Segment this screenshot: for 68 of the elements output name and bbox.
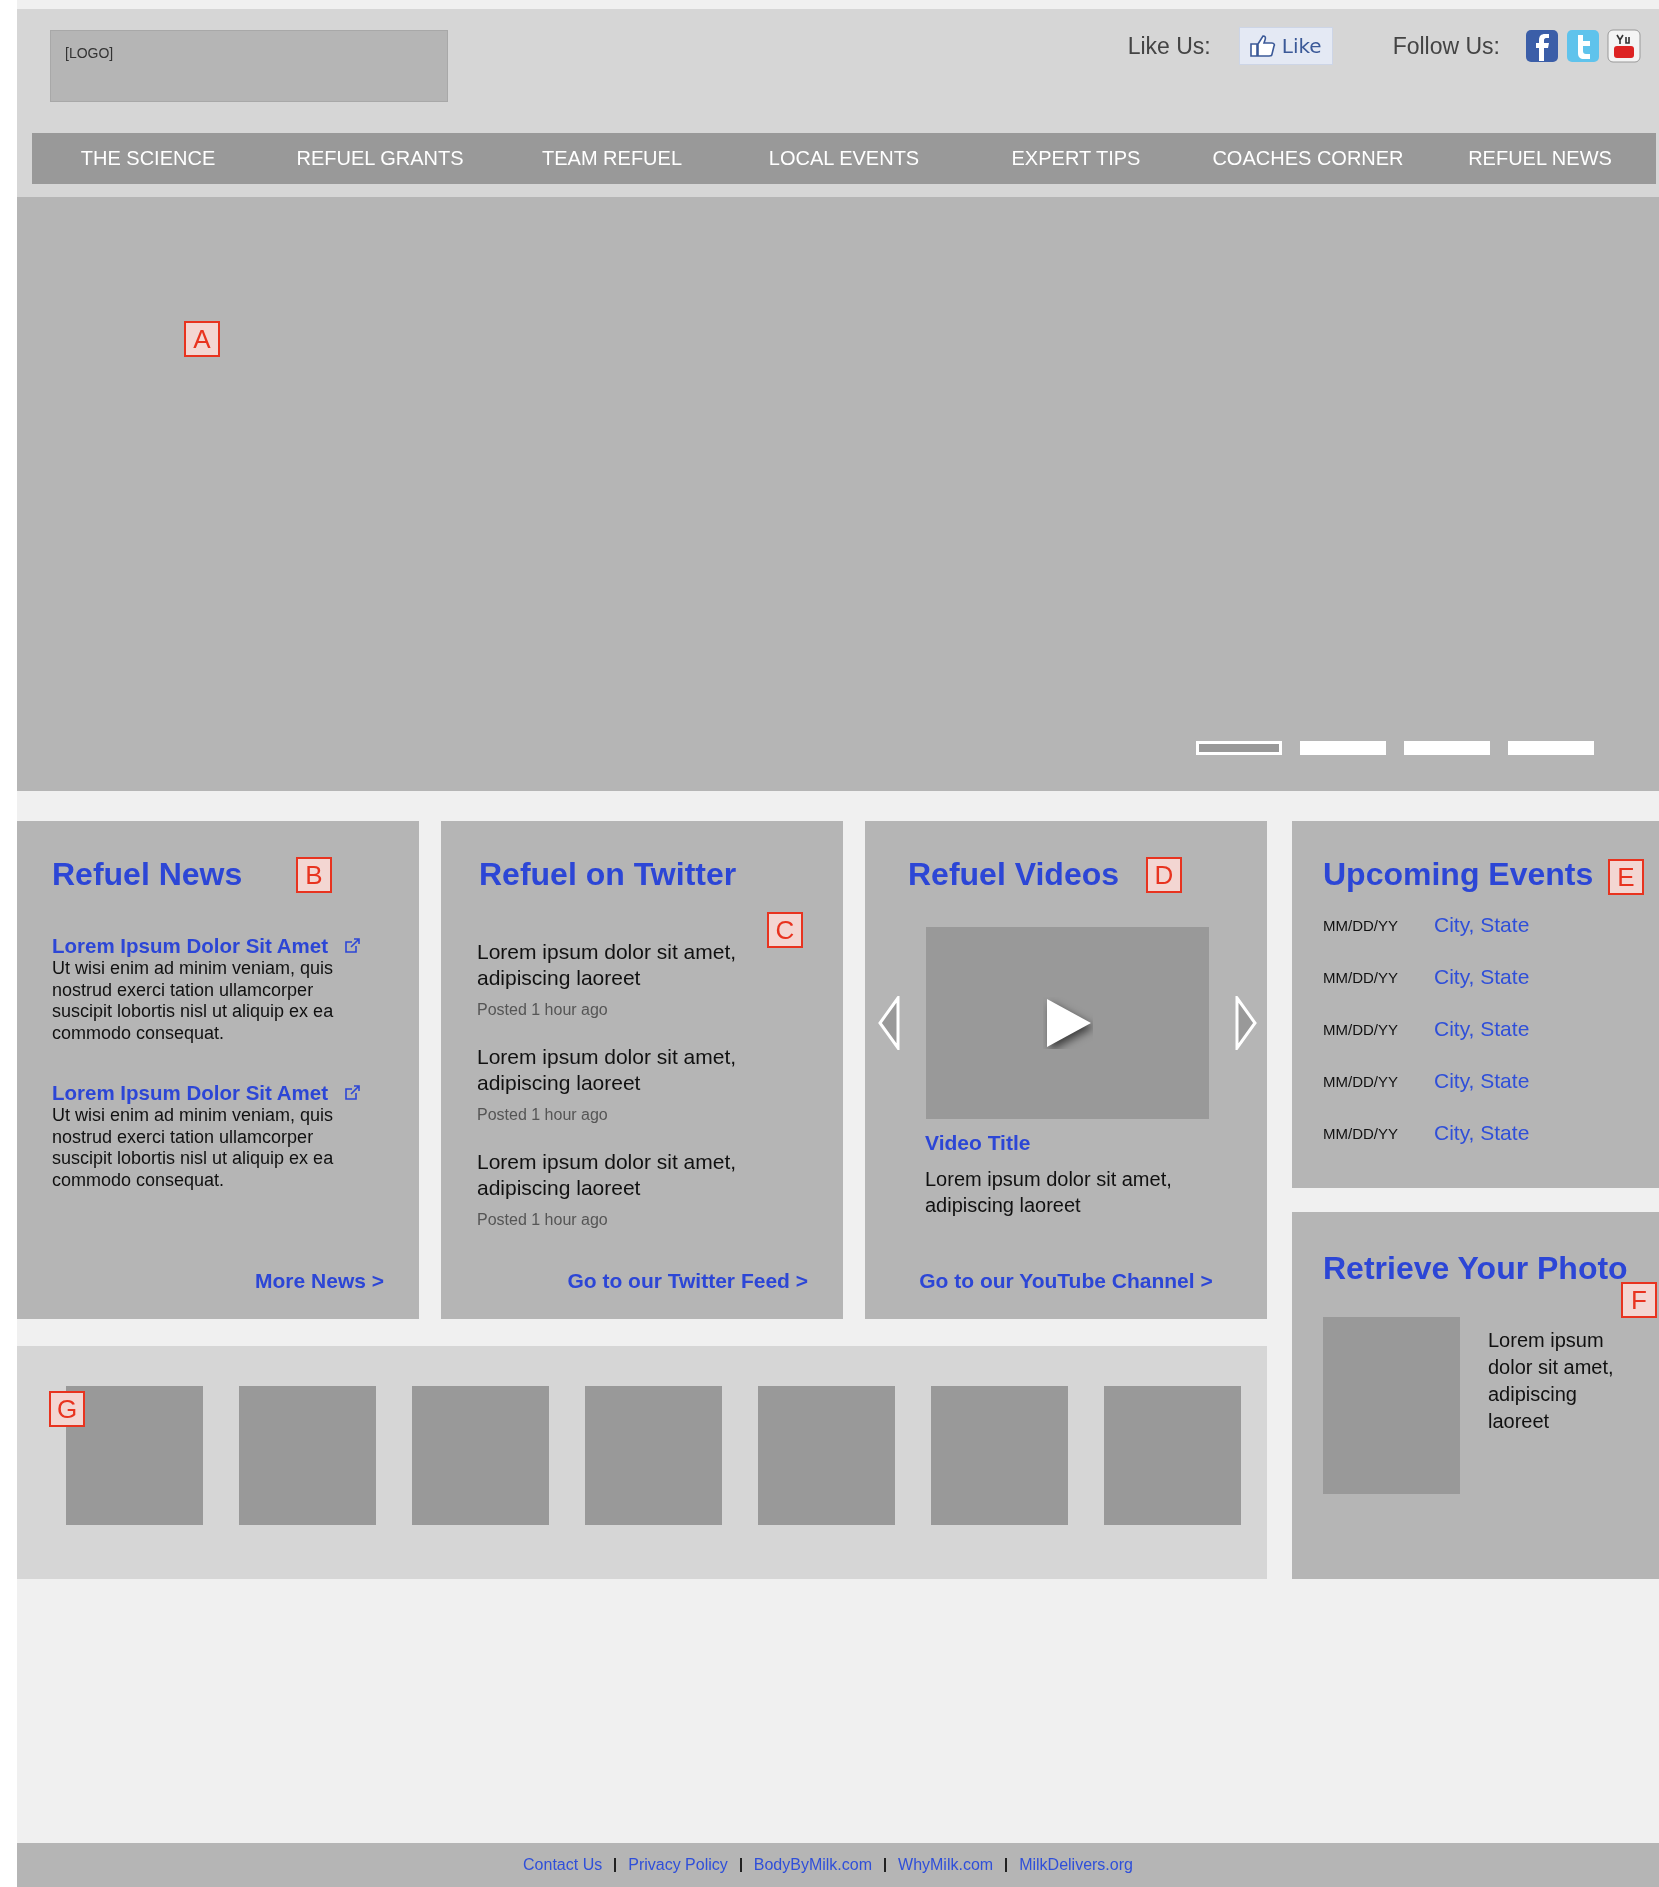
news-summary: Ut wisi enim ad minim veniam, quis nostrud exerci tation ullamcorper suscipit lobortis nisl ut aliquip ex ea commodo consequat. (52, 1105, 335, 1191)
event-location-link[interactable]: City, State (1434, 913, 1530, 937)
panel-title: Refuel News (52, 855, 243, 893)
tweet-text: Lorem ipsum dolor sit amet, adipiscing laoreet (477, 1044, 738, 1096)
event-date: MM/DD/YY (1323, 916, 1399, 934)
annotation-marker: B (296, 857, 332, 893)
follow-label: Follow Us: (1392, 32, 1500, 60)
video-title: Video Title (925, 1131, 1032, 1155)
tweet-time: Posted 1 hour ago (477, 1211, 609, 1229)
annotation-marker: A (184, 321, 220, 357)
thumbnail-placeholder[interactable] (931, 1386, 1068, 1525)
nav-link[interactable]: THE SCIENCE (32, 133, 264, 184)
tweet-time: Posted 1 hour ago (477, 1001, 609, 1019)
event-date: MM/DD/YY (1323, 1124, 1399, 1142)
nav-link[interactable]: LOCAL EVENTS (728, 133, 960, 184)
tweet-text: Lorem ipsum dolor sit amet, adipiscing laoreet (477, 939, 738, 991)
logo-text: [LOGO] (65, 45, 114, 61)
twitter-icon[interactable] (1566, 29, 1600, 63)
facebook-icon[interactable] (1525, 29, 1559, 63)
like-label: Like Us: (1127, 32, 1211, 60)
footer-link[interactable]: WhyMilk.com (898, 1856, 994, 1874)
panel-title: Refuel on Twitter (479, 855, 737, 893)
event-location-link[interactable]: City, State (1434, 1017, 1530, 1041)
thumbnail-placeholder[interactable] (758, 1386, 895, 1525)
more-news-link[interactable]: More News > (255, 1269, 384, 1293)
annotation-marker: G (49, 1391, 85, 1427)
footer-link[interactable]: Privacy Policy (628, 1856, 728, 1874)
event-location-link[interactable]: City, State (1434, 965, 1530, 989)
tweet-time: Posted 1 hour ago (477, 1106, 609, 1124)
footer-link[interactable]: MilkDelivers.org (1019, 1856, 1133, 1874)
twitter-feed-link[interactable]: Go to our Twitter Feed > (567, 1269, 808, 1293)
tweet-text: Lorem ipsum dolor sit amet, adipiscing laoreet (477, 1149, 738, 1201)
video-description: Lorem ipsum dolor sit amet, adipiscing laoreet (925, 1167, 1173, 1218)
event-date: MM/DD/YY (1323, 1072, 1399, 1090)
annotation-marker: E (1608, 859, 1644, 895)
news-link[interactable]: Lorem Ipsum Dolor Sit Amet (52, 1081, 329, 1105)
annotation-marker: C (767, 912, 803, 948)
thumbnail-placeholder[interactable] (585, 1386, 722, 1525)
thumbnail-placeholder[interactable] (1104, 1386, 1241, 1525)
footer-link[interactable]: BodyByMilk.com (753, 1856, 873, 1874)
external-link-icon[interactable] (344, 1085, 361, 1101)
event-date: MM/DD/YY (1323, 1020, 1399, 1038)
nav-link[interactable]: TEAM REFUEL (496, 133, 728, 184)
thumbnail-placeholder[interactable] (239, 1386, 376, 1525)
thumbnail-placeholder[interactable] (412, 1386, 549, 1525)
nav-link[interactable]: COACHES CORNER (1192, 133, 1424, 184)
news-summary: Ut wisi enim ad minim veniam, quis nostrud exerci tation ullamcorper suscipit lobortis nisl ut aliquip ex ea commodo consequat. (52, 958, 335, 1044)
slide-indicator[interactable] (1196, 741, 1282, 755)
event-location-link[interactable]: City, State (1434, 1069, 1530, 1093)
event-date: MM/DD/YY (1323, 968, 1399, 986)
annotation-marker: D (1146, 857, 1182, 893)
like-button[interactable]: Like (1238, 27, 1333, 65)
annotation-marker: F (1621, 1282, 1657, 1318)
next-arrow-icon[interactable] (1235, 996, 1257, 1050)
thumbs-up-icon (1249, 35, 1276, 57)
footer-link[interactable]: Contact Us (523, 1856, 603, 1874)
previous-arrow-icon[interactable] (878, 996, 900, 1050)
photo-description: Lorem ipsum dolor sit amet, adipiscing laoreet (1488, 1328, 1615, 1434)
news-link[interactable]: Lorem Ipsum Dolor Sit Amet (52, 934, 329, 958)
youtube-channel-link[interactable]: Go to our YouTube Channel > (919, 1269, 1213, 1293)
panel-title: Refuel Videos (908, 855, 1120, 893)
youtube-icon[interactable] (1607, 29, 1641, 63)
panel-title: Upcoming Events (1323, 855, 1594, 893)
event-location-link[interactable]: City, State (1434, 1121, 1530, 1145)
external-link-icon[interactable] (344, 938, 361, 954)
nav-link[interactable]: REFUEL NEWS (1424, 133, 1656, 184)
nav-link[interactable]: REFUEL GRANTS (264, 133, 496, 184)
nav-link[interactable]: EXPERT TIPS (960, 133, 1192, 184)
